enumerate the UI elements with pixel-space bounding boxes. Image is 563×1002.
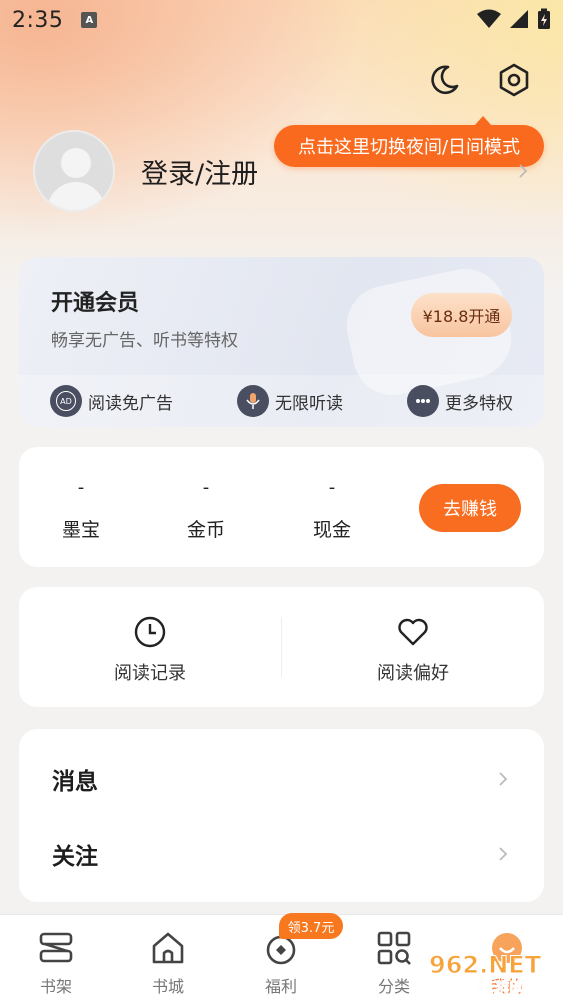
- perk-label: 无限听读: [275, 393, 343, 414]
- svg-text:962.NET: 962.NET: [429, 951, 542, 979]
- perk-ad-free[interactable]: AD 阅读免广告: [50, 385, 173, 417]
- menu-list: 消息 关注: [19, 729, 544, 902]
- avatar-body-shape: [47, 182, 105, 210]
- menu-item-label: 消息: [52, 769, 98, 795]
- wallet-label: 现金: [312, 519, 351, 541]
- menu-item-messages[interactable]: 消息: [19, 744, 544, 814]
- welfare-reward-badge[interactable]: 领3.7元: [279, 913, 343, 939]
- category-icon: [377, 931, 411, 965]
- battery-icon: [538, 8, 550, 29]
- status-time: 2:35: [12, 7, 64, 33]
- status-icons: [477, 8, 551, 30]
- tab-label: 书城: [151, 977, 184, 996]
- tab-category[interactable]: 分类: [354, 929, 434, 997]
- menu-item-follows[interactable]: 关注: [19, 819, 544, 889]
- perk-label: 更多特权: [445, 393, 513, 414]
- ad-free-icon-text: AD: [56, 391, 76, 411]
- wallet-value: -: [77, 477, 85, 498]
- vip-subtitle: 畅享无广告、听书等特权: [51, 331, 238, 351]
- chevron-right-icon: [499, 847, 508, 861]
- menu-item-label: 关注: [52, 844, 98, 870]
- svg-text:乐游网: 乐游网: [477, 979, 525, 998]
- microphone-icon: [237, 385, 269, 417]
- perk-label: 阅读免广告: [88, 393, 173, 414]
- chevron-right-icon: [499, 772, 508, 786]
- home-icon: [152, 932, 184, 964]
- vip-membership-card[interactable]: 开通会员 畅享无广告、听书等特权 ¥18.8开通 AD 阅读免广告 无限听读 更…: [19, 257, 544, 427]
- reading-card: 阅读记录 阅读偏好: [19, 587, 544, 707]
- site-watermark: 962.NET 乐游网: [429, 951, 543, 999]
- night-mode-moon-icon[interactable]: [426, 62, 462, 98]
- tab-label: 书架: [39, 977, 72, 996]
- divider: [281, 617, 282, 677]
- avatar-head-shape: [61, 148, 91, 178]
- settings-gear-icon[interactable]: [496, 62, 532, 98]
- app-notification-letter: A: [85, 14, 94, 26]
- chevron-right-icon[interactable]: [516, 162, 530, 180]
- tab-label: 福利: [264, 977, 297, 996]
- reading-preference-button[interactable]: 阅读偏好: [353, 615, 473, 685]
- wallet-label: 金币: [186, 519, 225, 541]
- reading-preference-label: 阅读偏好: [377, 663, 449, 684]
- bookshelf-icon: [39, 932, 73, 963]
- wallet-card: - 墨宝 - 金币 - 现金 去赚钱: [19, 447, 544, 567]
- tab-welfare[interactable]: 福利: [241, 929, 321, 997]
- avatar[interactable]: [33, 130, 115, 212]
- clock-icon: [134, 616, 166, 648]
- wifi-icon: [477, 9, 501, 28]
- vip-perks: AD 阅读免广告 无限听读 更多特权: [19, 375, 544, 427]
- night-mode-tooltip[interactable]: 点击这里切换夜间/日间模式: [274, 116, 544, 167]
- more-dots-icon: [407, 385, 439, 417]
- tab-label: 分类: [377, 977, 410, 996]
- heart-icon: [398, 618, 428, 646]
- signal-icon: [510, 10, 528, 28]
- reading-history-button[interactable]: 阅读记录: [90, 615, 210, 685]
- login-register-link[interactable]: 登录/注册: [141, 152, 258, 191]
- wallet-value: -: [202, 477, 210, 498]
- wallet-cash[interactable]: - 现金: [297, 477, 367, 542]
- earn-money-button[interactable]: 去赚钱: [419, 484, 521, 532]
- vip-open-button[interactable]: ¥18.8开通: [411, 293, 512, 337]
- perk-more[interactable]: 更多特权: [407, 385, 513, 417]
- wallet-label: 墨宝: [61, 519, 100, 541]
- app-notification-icon: A: [81, 12, 98, 28]
- status-bar: 2:35 A: [0, 0, 563, 40]
- vip-title: 开通会员: [51, 291, 140, 316]
- wallet-coins[interactable]: - 金币: [171, 477, 241, 542]
- tab-bookshelf[interactable]: 书架: [16, 929, 96, 997]
- wallet-value: -: [328, 477, 336, 498]
- reading-history-label: 阅读记录: [114, 663, 186, 684]
- perk-unlimited-listen[interactable]: 无限听读: [237, 385, 343, 417]
- tab-bookstore[interactable]: 书城: [128, 929, 208, 997]
- wallet-mobao[interactable]: - 墨宝: [46, 477, 116, 542]
- ad-free-icon: AD: [50, 385, 82, 417]
